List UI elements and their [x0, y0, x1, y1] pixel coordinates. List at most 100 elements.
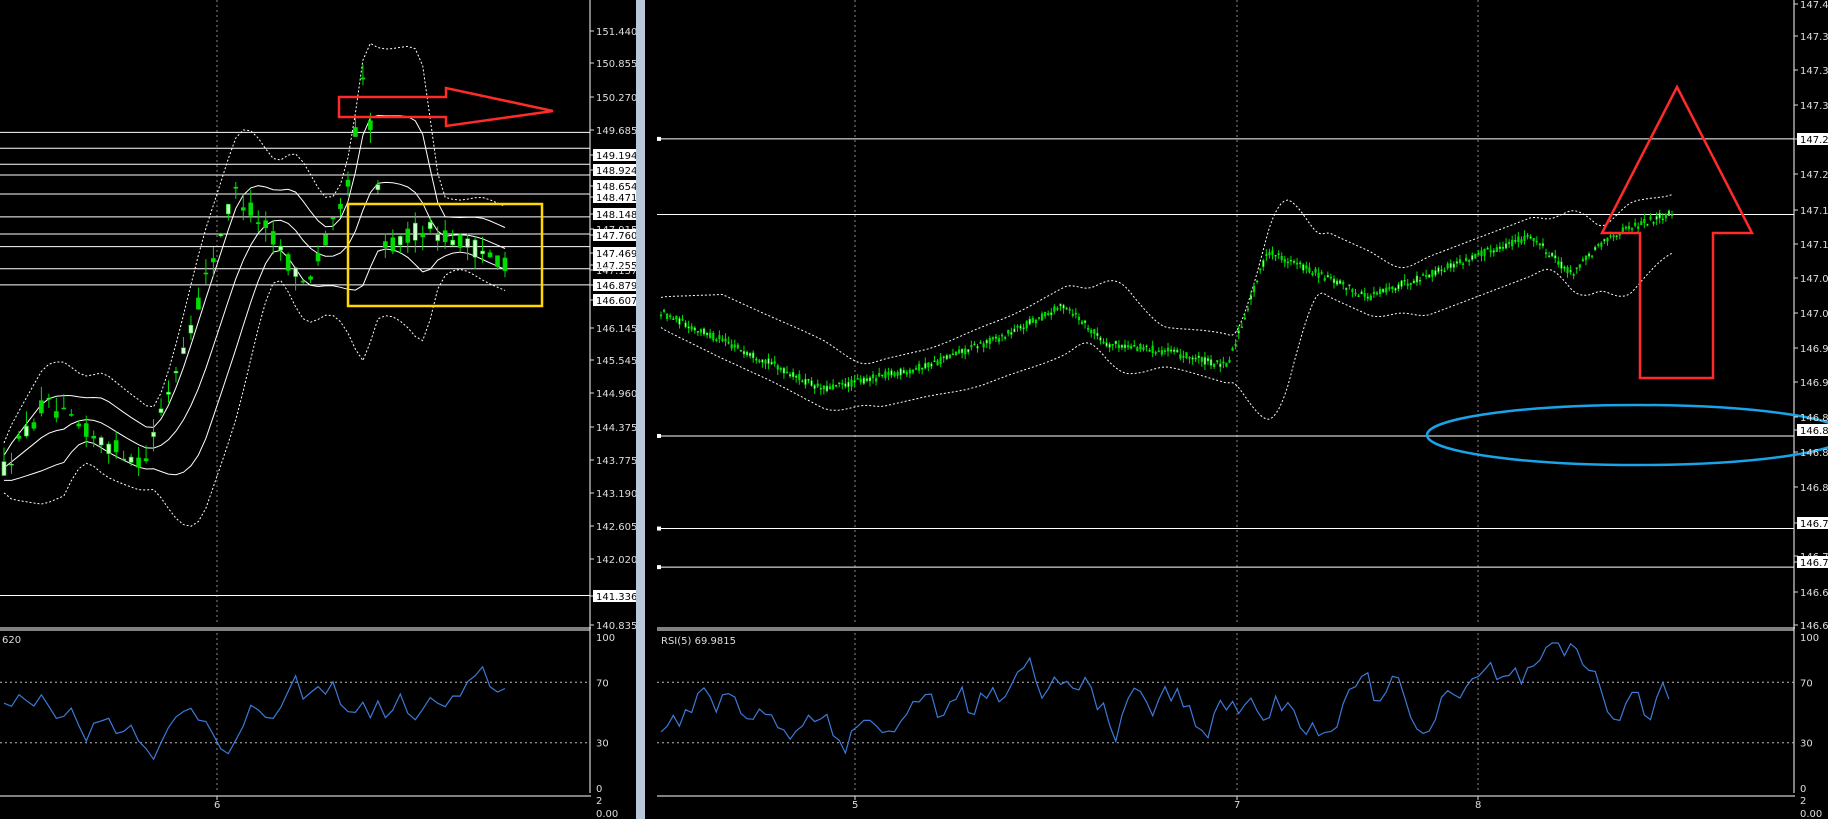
candle-body — [884, 371, 887, 378]
candle-body — [1206, 358, 1210, 362]
candle-body — [755, 358, 758, 361]
candle-body — [964, 348, 967, 355]
candle-body — [1520, 239, 1523, 243]
candle-body — [767, 358, 770, 364]
candle-body — [1200, 357, 1203, 362]
candle-body — [828, 386, 832, 390]
candle-body — [1575, 267, 1578, 270]
candle-body — [1225, 362, 1228, 367]
candle-body — [970, 344, 973, 348]
candle-body — [795, 375, 798, 378]
candle-body — [1474, 253, 1477, 259]
candle-body — [1523, 235, 1526, 242]
candle-body — [675, 315, 678, 320]
candle-body — [1185, 352, 1188, 358]
candle-body — [847, 381, 850, 388]
candle-body — [1262, 260, 1265, 267]
candle-body — [390, 237, 396, 252]
candle-body — [203, 272, 209, 275]
price-label: 148.471 — [596, 193, 637, 204]
candle-body — [979, 342, 982, 344]
candle-body — [1554, 255, 1557, 259]
candle-body — [1286, 261, 1289, 264]
candle-body — [776, 365, 779, 370]
candle-body — [1302, 264, 1305, 271]
price-label: 146.145 — [596, 324, 637, 335]
candle-body — [1415, 275, 1419, 283]
candle-body — [1194, 357, 1197, 360]
candle-body — [1547, 255, 1551, 258]
candle-body — [1123, 344, 1127, 349]
candle-body — [1403, 279, 1406, 282]
candle-body — [1268, 252, 1271, 256]
price-label: 146.750 — [1800, 519, 1828, 530]
candle-body — [761, 359, 764, 363]
candle-body — [1541, 243, 1545, 247]
right-indicator-label: RSI(5) 69.9815 — [661, 636, 736, 647]
candle-body — [1471, 255, 1474, 260]
candle-body — [1670, 214, 1674, 216]
window-splitter[interactable] — [636, 0, 645, 819]
candle-body — [1587, 253, 1591, 257]
axis-corner-label: 2 — [1800, 796, 1806, 807]
candle-body — [1163, 350, 1167, 352]
candle-body — [1486, 248, 1489, 250]
candle-body — [881, 374, 884, 377]
candle-body — [727, 342, 730, 344]
candle-body — [1154, 352, 1157, 354]
candle-body — [1538, 243, 1541, 246]
candle-body — [1455, 261, 1458, 264]
candle-body — [1566, 267, 1569, 273]
indicator-level-label: 100 — [1800, 633, 1819, 644]
price-label: 147.165 — [1800, 206, 1828, 217]
candle-body — [1080, 321, 1084, 325]
candle-body — [61, 407, 67, 410]
candle-body — [1535, 240, 1538, 243]
level-handle[interactable] — [657, 526, 661, 531]
candle-body — [659, 314, 663, 317]
price-label: 146.879 — [596, 281, 637, 292]
price-label: 140.835 — [596, 621, 637, 632]
level-handle[interactable] — [657, 433, 661, 438]
candle-body — [1314, 268, 1317, 273]
candle-body — [801, 380, 804, 383]
candle-body — [662, 310, 666, 312]
candle-body — [383, 241, 388, 248]
candle-body — [1443, 270, 1446, 273]
candle-body — [1354, 292, 1357, 295]
price-label: 144.375 — [596, 423, 637, 434]
candle-body — [1458, 259, 1462, 264]
candle-body — [1289, 259, 1293, 262]
time-label: 5 — [852, 800, 858, 811]
candle-body — [724, 338, 727, 342]
candle-body — [712, 332, 715, 341]
candle-body — [865, 378, 868, 382]
level-handle[interactable] — [657, 136, 661, 141]
candle-body — [1640, 221, 1643, 225]
candle-body — [1501, 246, 1505, 249]
indicator-level-label: 30 — [596, 739, 609, 750]
candle-body — [345, 179, 351, 187]
level-handle[interactable] — [657, 565, 661, 570]
indicator-level-label: 30 — [1800, 739, 1813, 750]
price-label: 147.390 — [1800, 32, 1828, 43]
candle-body — [353, 127, 358, 137]
candle-body — [1591, 255, 1594, 258]
candle-body — [502, 257, 508, 271]
candle-body — [1320, 272, 1323, 274]
candle-body — [684, 322, 687, 327]
indicator-level-label: 0 — [596, 784, 602, 795]
price-label: 147.210 — [1800, 170, 1828, 181]
candle-body — [1077, 316, 1081, 321]
candle-body — [1252, 285, 1256, 293]
candle-body — [810, 380, 813, 386]
price-label: 144.960 — [596, 389, 637, 400]
candle-body — [1176, 349, 1179, 353]
candle-body — [1526, 235, 1529, 237]
candle-body — [1037, 317, 1041, 319]
candle-body — [1551, 252, 1554, 257]
candle-body — [1378, 289, 1382, 295]
candle-body — [405, 228, 411, 243]
candle-body — [749, 352, 752, 357]
candle-body — [954, 351, 958, 356]
